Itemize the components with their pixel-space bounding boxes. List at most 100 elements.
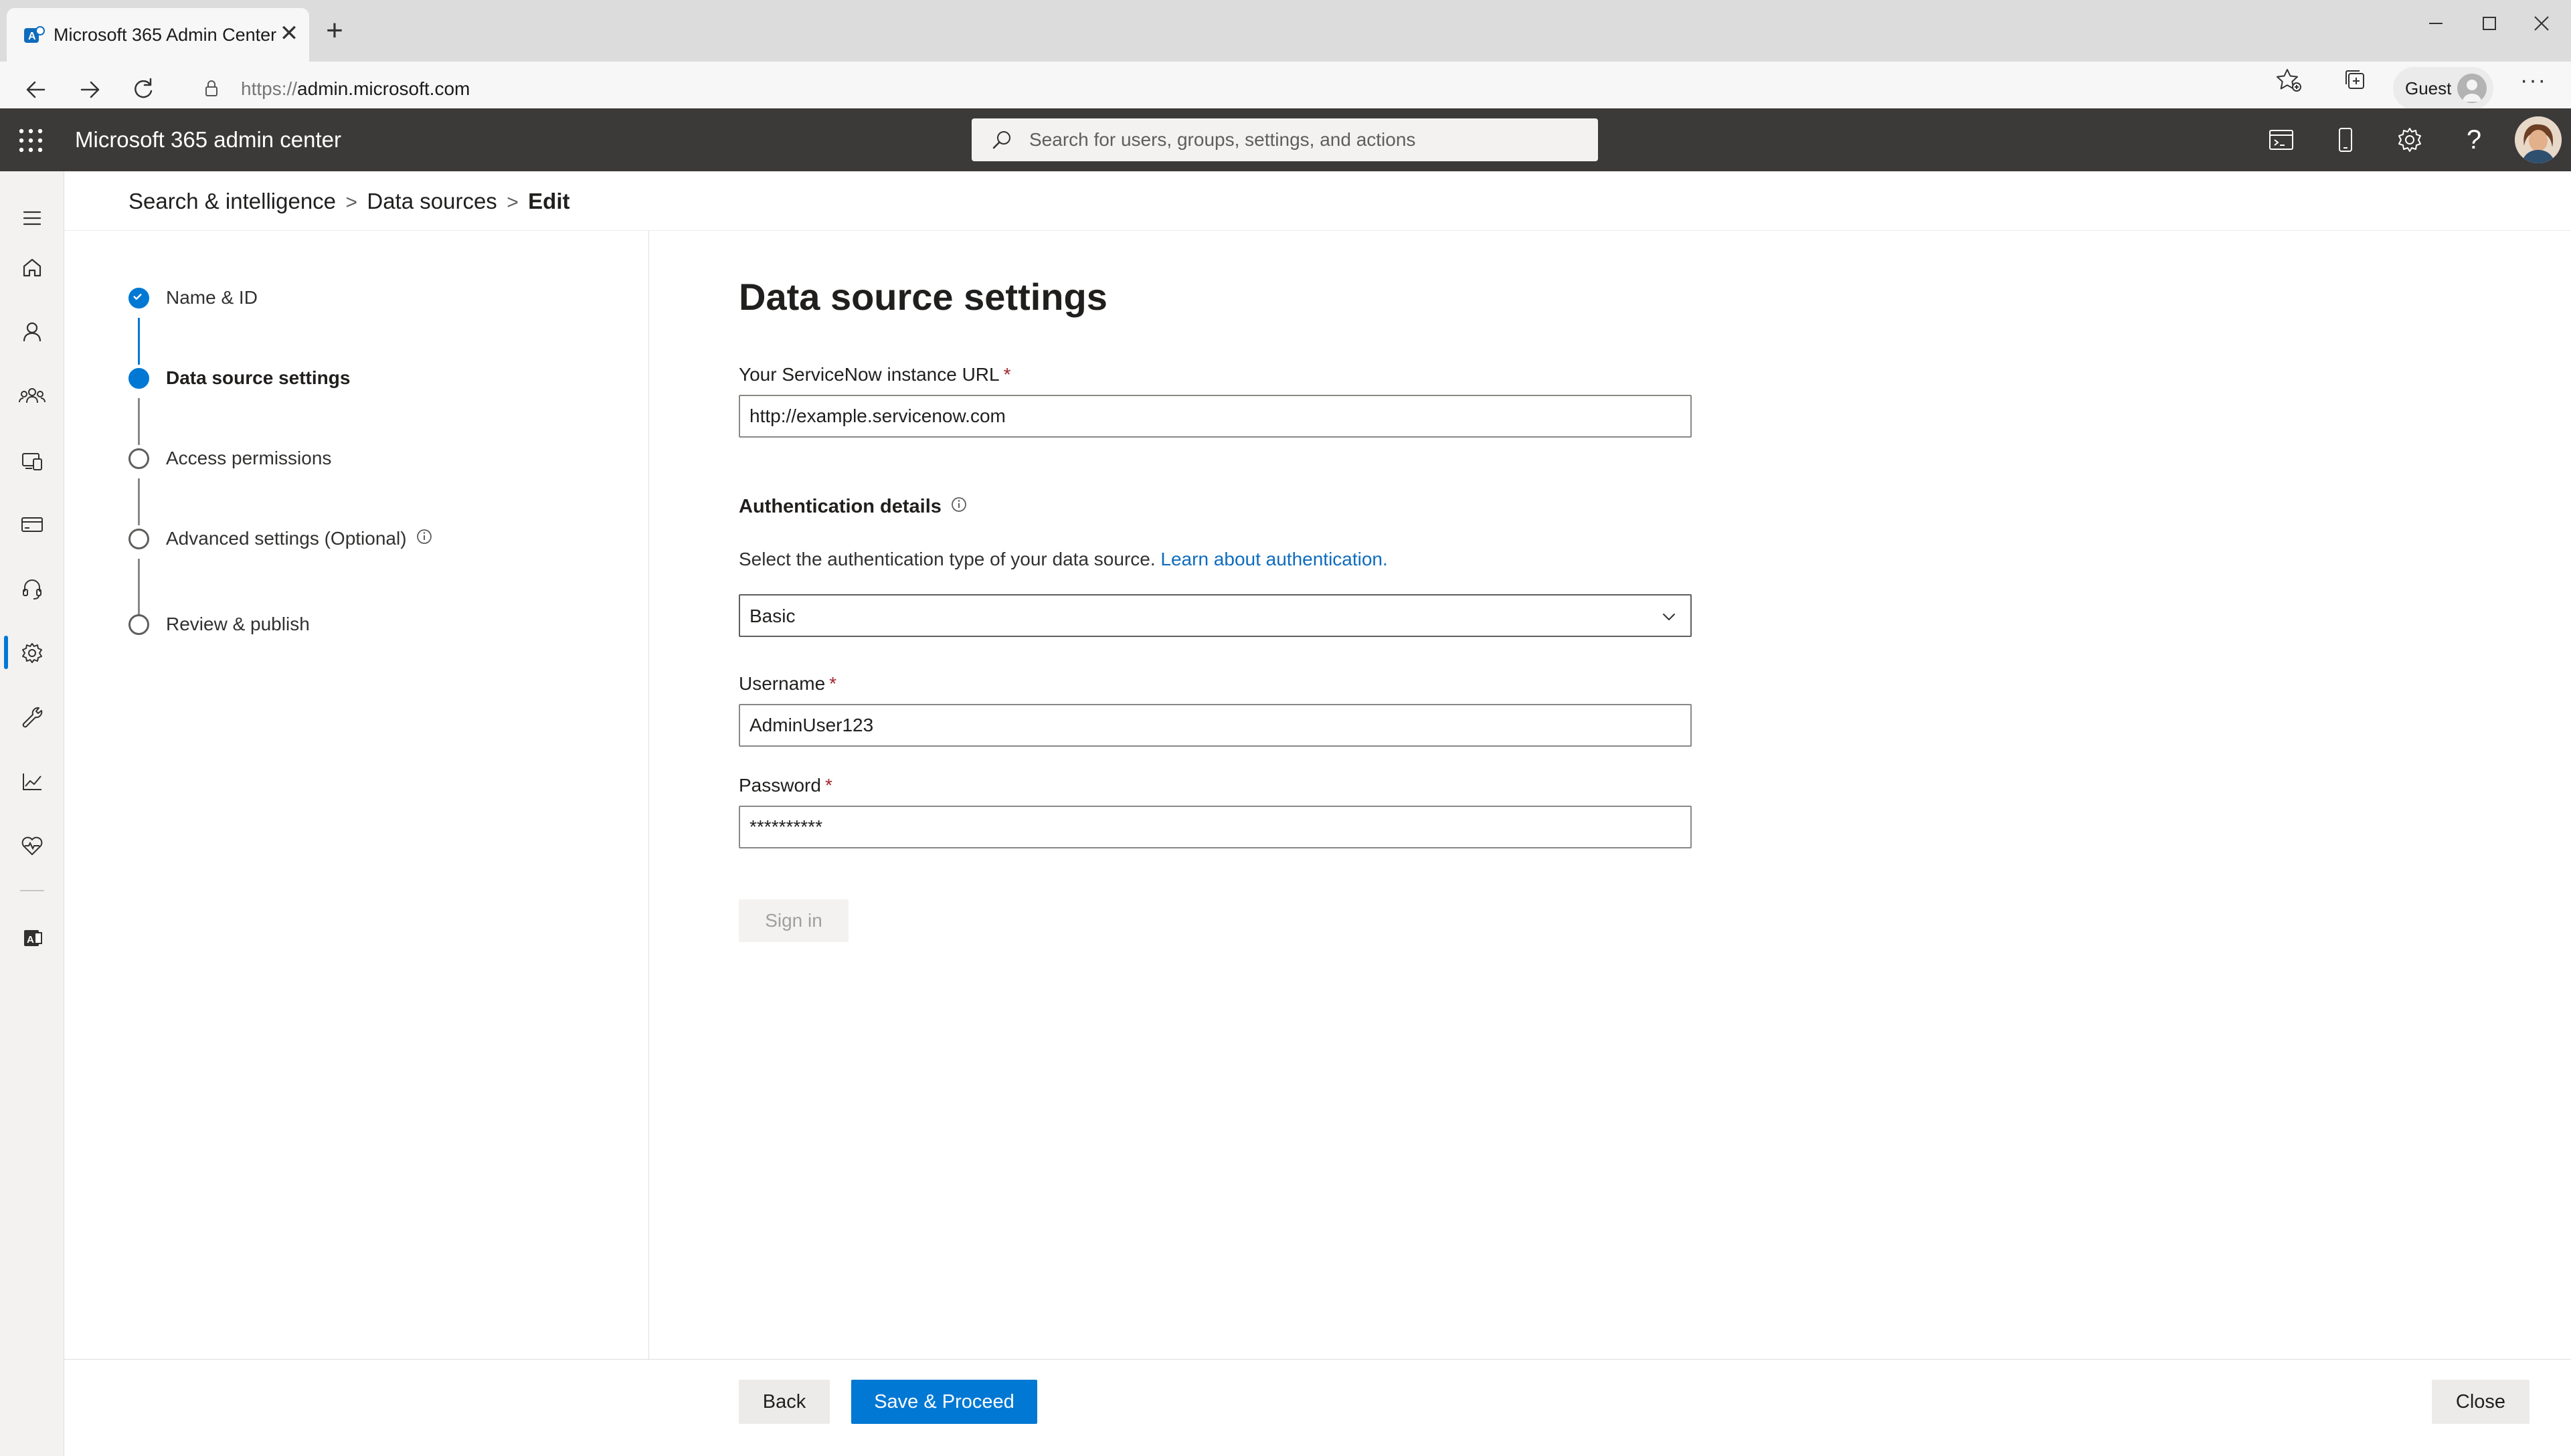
home-icon[interactable]: [16, 252, 48, 284]
hamburger-menu-icon[interactable]: [16, 202, 48, 234]
reports-chart-icon[interactable]: [16, 765, 48, 798]
step-advanced-settings-label: Advanced settings (Optional): [166, 528, 407, 549]
svg-text:A: A: [28, 31, 36, 42]
health-heart-icon[interactable]: [16, 830, 48, 862]
breadcrumb-current: Edit: [528, 189, 570, 213]
breadcrumb-separator: >: [345, 191, 357, 213]
rail-separator: [20, 890, 44, 891]
window-minimize-icon[interactable]: [2416, 7, 2456, 40]
password-input[interactable]: [740, 807, 1690, 847]
instance-url-label-text: Your ServiceNow instance URL: [739, 364, 1000, 385]
required-marker: *: [824, 775, 832, 796]
step-connector: [138, 559, 140, 616]
admin-center-favicon-icon: A: [24, 26, 45, 43]
global-search-box[interactable]: [972, 118, 1598, 161]
save-proceed-button[interactable]: Save & Proceed: [851, 1380, 1037, 1424]
instance-url-input[interactable]: [740, 396, 1690, 436]
step-name-id[interactable]: Name & ID: [166, 284, 258, 311]
mobile-device-icon[interactable]: [2329, 123, 2362, 157]
username-label-text: Username: [739, 673, 826, 694]
tab-title: Microsoft 365 Admin Center: [54, 25, 277, 45]
help-icon[interactable]: ?: [2457, 123, 2491, 157]
left-navigation-rail: A: [0, 171, 64, 1456]
step-pending-indicator: [128, 614, 149, 635]
user-icon[interactable]: [16, 316, 48, 348]
url-protocol: https://: [241, 78, 298, 99]
collections-icon[interactable]: [2339, 64, 2372, 96]
step-review-publish[interactable]: Review & publish: [166, 611, 310, 638]
browser-tab-strip: A Microsoft 365 Admin Center ✕ +: [0, 0, 2571, 62]
username-field[interactable]: [739, 704, 1692, 747]
window-close-icon[interactable]: [2521, 7, 2562, 40]
authentication-helper-text: Select the authentication type of your d…: [739, 546, 1388, 573]
step-current-indicator: [128, 368, 149, 389]
chevron-down-icon: [1663, 614, 1675, 620]
svg-text:A: A: [27, 934, 34, 945]
step-pending-indicator: [128, 529, 149, 549]
breadcrumb-item-data-sources[interactable]: Data sources: [367, 185, 497, 218]
rail-active-indicator: [4, 636, 8, 669]
username-label: Username *: [739, 670, 836, 697]
support-headset-icon[interactable]: [16, 573, 48, 605]
tab-close-icon[interactable]: ✕: [276, 20, 302, 47]
breadcrumb-separator: >: [507, 191, 519, 213]
step-connector: [138, 318, 140, 365]
step-completed-check-icon: [128, 288, 149, 308]
step-connector: [138, 398, 140, 445]
terminal-console-icon[interactable]: [2265, 123, 2298, 157]
step-pending-indicator: [128, 448, 149, 469]
step-access-permissions[interactable]: Access permissions: [166, 445, 331, 472]
lock-icon[interactable]: [201, 78, 222, 99]
search-input[interactable]: [1029, 118, 1585, 161]
info-icon[interactable]: [415, 527, 434, 546]
step-data-source-settings[interactable]: Data source settings: [166, 365, 350, 391]
required-marker: *: [829, 673, 837, 694]
page-title: Data source settings: [739, 276, 1107, 318]
browser-more-icon[interactable]: ···: [2517, 67, 2550, 99]
sign-in-button[interactable]: Sign in: [739, 899, 849, 942]
profile-button[interactable]: Guest: [2393, 67, 2493, 110]
authentication-type-dropdown[interactable]: Basic: [739, 594, 1692, 637]
add-favorite-star-icon[interactable]: [2273, 64, 2305, 96]
profile-label: Guest: [2405, 78, 2452, 98]
url-text: https://admin.microsoft.com: [241, 76, 470, 102]
setup-wrench-icon[interactable]: [16, 701, 48, 733]
teams-groups-icon[interactable]: [16, 380, 48, 412]
app-launcher-icon[interactable]: [16, 126, 46, 155]
authentication-helper: Select the authentication type of your d…: [739, 549, 1156, 569]
guest-avatar-icon: [2457, 74, 2487, 103]
browser-tab[interactable]: A Microsoft 365 Admin Center ✕: [7, 8, 309, 62]
devices-icon[interactable]: [16, 444, 48, 476]
breadcrumb: Search & intelligence > Data sources > E…: [128, 185, 569, 218]
step-advanced-settings[interactable]: Advanced settings (Optional): [166, 525, 434, 552]
exchange-admin-icon[interactable]: A: [16, 922, 48, 954]
learn-about-authentication-link[interactable]: Learn about authentication.: [1160, 549, 1387, 569]
user-avatar[interactable]: [2515, 116, 2562, 163]
window-maximize-icon[interactable]: [2469, 7, 2509, 40]
url-field[interactable]: https://admin.microsoft.com: [187, 67, 2362, 111]
breadcrumb-item-search-intelligence[interactable]: Search & intelligence: [128, 185, 336, 218]
back-button[interactable]: Back: [739, 1380, 830, 1424]
authentication-section-title: Authentication details: [739, 496, 942, 517]
m365-header: Microsoft 365 admin center ?: [0, 108, 2571, 171]
required-marker: *: [1003, 364, 1011, 385]
forward-arrow-icon[interactable]: [74, 74, 106, 106]
url-host: admin.microsoft.com: [297, 78, 470, 99]
footer-divider: [64, 1359, 2571, 1360]
instance-url-label: Your ServiceNow instance URL *: [739, 361, 1011, 388]
password-field[interactable]: [739, 806, 1692, 848]
username-input[interactable]: [740, 705, 1690, 745]
password-label: Password *: [739, 772, 832, 799]
billing-card-icon[interactable]: [16, 509, 48, 541]
settings-icon[interactable]: [16, 637, 48, 669]
settings-gear-icon[interactable]: [2393, 123, 2426, 157]
authentication-type-value: Basic: [749, 606, 796, 626]
back-arrow-icon[interactable]: [20, 74, 52, 106]
password-label-text: Password: [739, 775, 821, 796]
close-button[interactable]: Close: [2432, 1380, 2530, 1424]
reload-icon[interactable]: [127, 74, 159, 106]
new-tab-icon[interactable]: +: [320, 16, 349, 46]
instance-url-field[interactable]: [739, 395, 1692, 438]
app-title[interactable]: Microsoft 365 admin center: [75, 124, 341, 155]
info-icon[interactable]: [950, 495, 968, 514]
